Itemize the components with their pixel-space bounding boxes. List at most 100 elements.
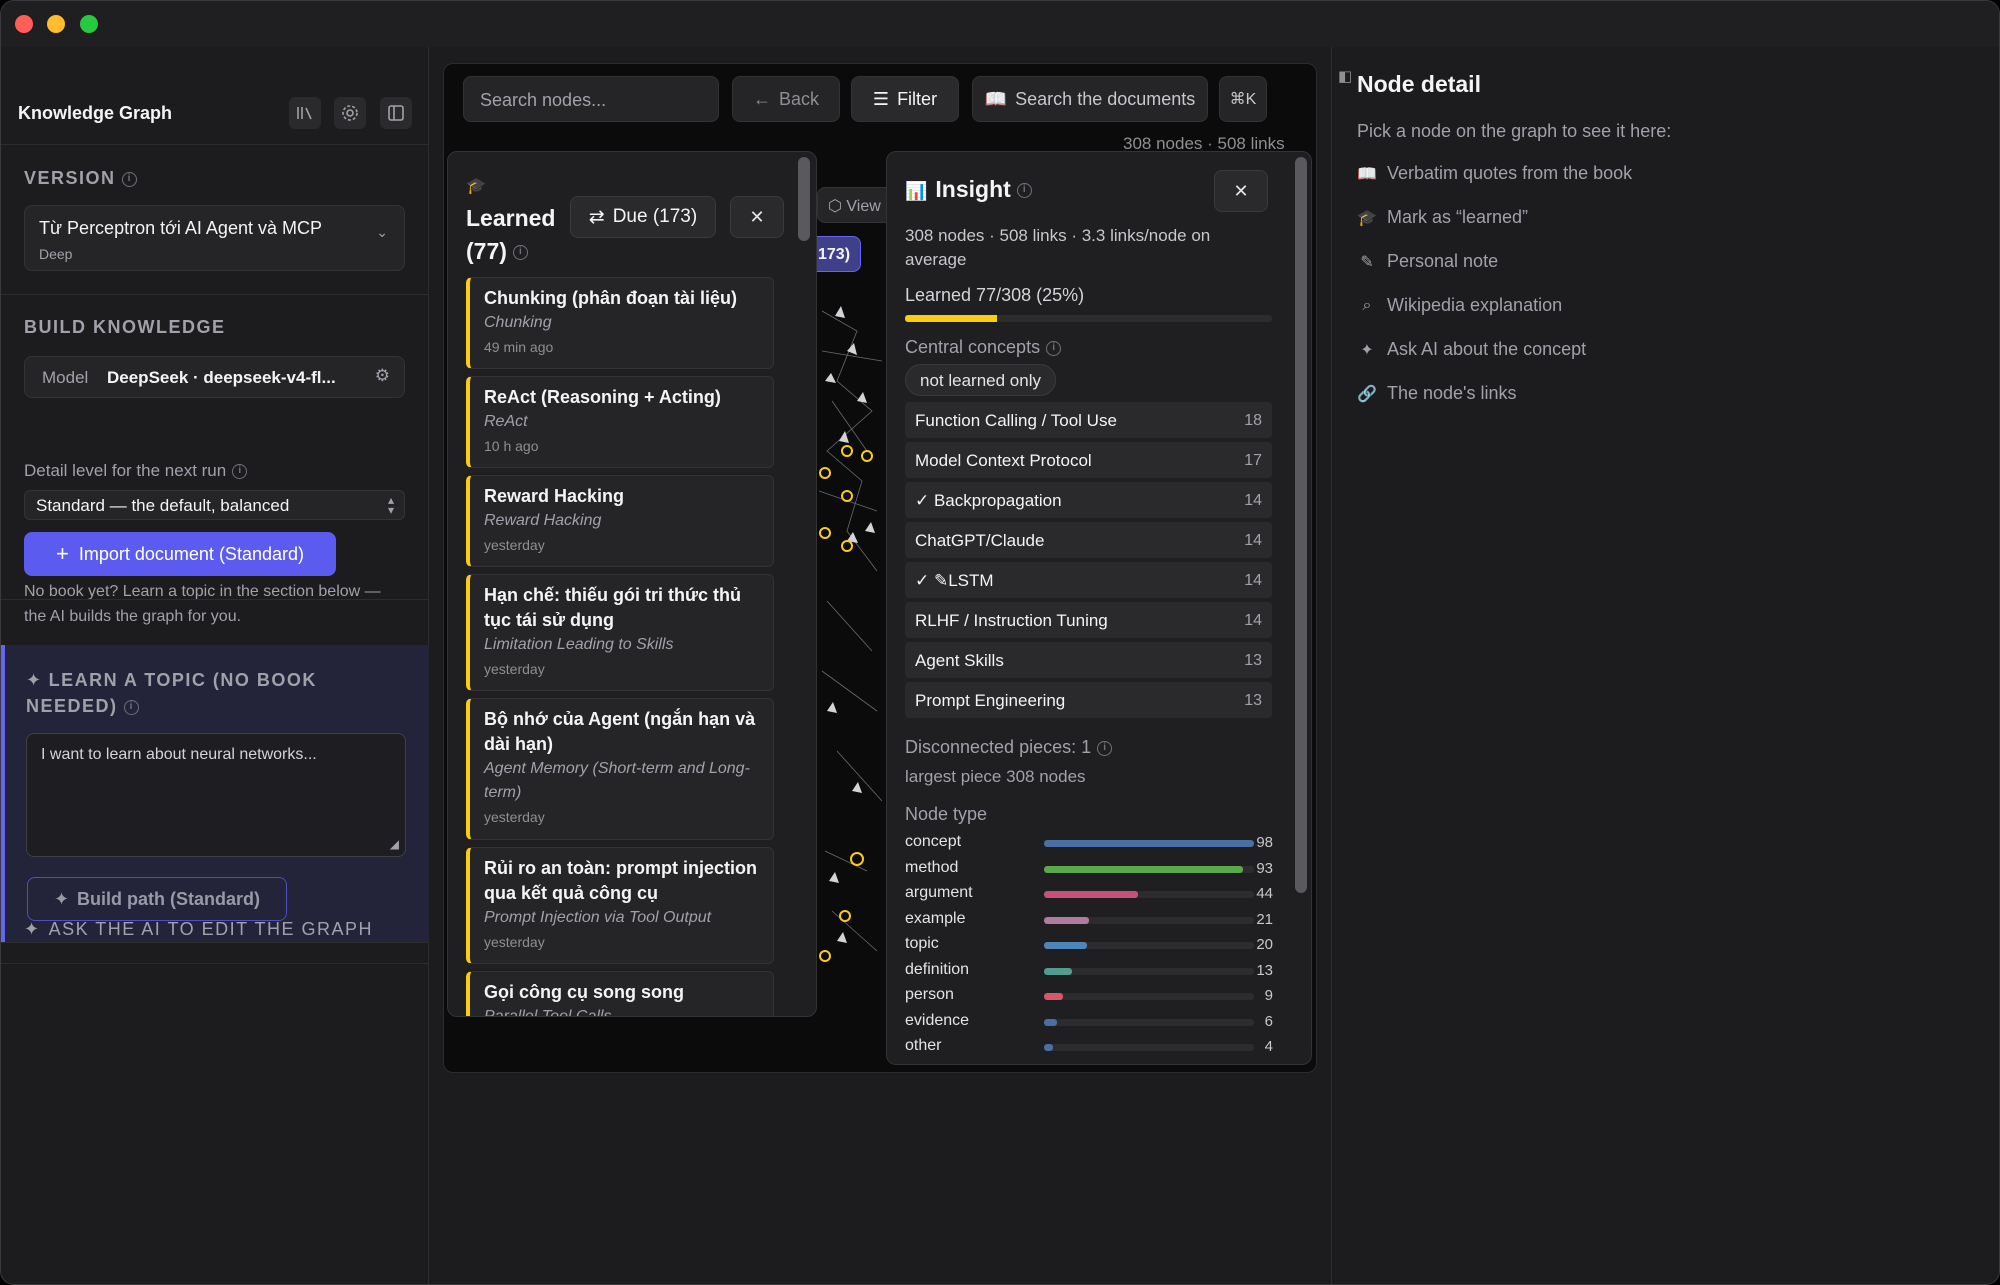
concept-name: Agent Skills	[915, 651, 1004, 670]
insight-title: 📊 Insight i	[905, 176, 1032, 203]
concept-row[interactable]: ✓ Backpropagation 14	[905, 482, 1272, 518]
model-value: DeepSeek · deepseek-v4-fl...	[107, 368, 336, 387]
learned-card[interactable]: Gọi công cụ song song Parallel Tool Call…	[466, 971, 774, 1017]
learned-card[interactable]: Bộ nhớ của Agent (ngắn hạn và dài hạn) A…	[466, 698, 774, 840]
node-type-count: 20	[1256, 936, 1273, 953]
card-title: Gọi công cụ song song	[484, 982, 684, 1002]
card-subtitle: Reward Hacking	[484, 512, 602, 529]
view-label: View	[846, 198, 881, 215]
model-select[interactable]: Model DeepSeek · deepseek-v4-fl... ⚙	[24, 356, 405, 398]
info-icon[interactable]: i	[1016, 183, 1032, 199]
node-type-label: definition	[905, 960, 970, 978]
detail-level-select[interactable]: Standard — the default, balanced ▴ ▾	[24, 490, 405, 520]
view-button[interactable]: ⬡ View	[817, 187, 887, 223]
learned-card[interactable]: ReAct (Reasoning + Acting) ReAct 10 h ag…	[466, 376, 774, 468]
detail-item-label: Wikipedia explanation	[1387, 295, 1563, 315]
scrollbar[interactable]	[1295, 157, 1307, 893]
ask-ai-edit-section[interactable]: ✦ ASK THE AI TO EDIT THE GRAPH	[24, 919, 373, 940]
concept-row[interactable]: ✓ ✎LSTM 14	[905, 562, 1272, 598]
node-type-bar	[1044, 865, 1244, 873]
card-title: Chunking (phân đoạn tài liệu)	[484, 288, 737, 308]
divider	[1, 963, 429, 964]
node-type-row: definition 13	[905, 961, 1275, 981]
build-knowledge-label: BUILD KNOWLEDGE	[24, 317, 226, 337]
largest-piece: largest piece 308 nodes	[905, 767, 1086, 786]
info-icon[interactable]: i	[123, 699, 139, 715]
concept-row[interactable]: Agent Skills 13	[905, 642, 1272, 678]
search-nodes-input[interactable]: Search nodes...	[463, 76, 719, 122]
concept-row[interactable]: Prompt Engineering 13	[905, 682, 1272, 718]
node-type-bar-track	[1044, 967, 1254, 975]
graduation-cap-icon: 🎓	[466, 178, 486, 195]
concept-count: 17	[1244, 452, 1262, 469]
topic-textarea[interactable]: I want to learn about neural networks...…	[26, 733, 406, 857]
concept-count: 18	[1244, 412, 1262, 429]
info-icon[interactable]: i	[1046, 340, 1062, 356]
close-icon[interactable]: ✕	[1214, 170, 1268, 212]
note-edit-icon: ✎	[1360, 253, 1374, 271]
collapse-panel-icon[interactable]: ◧	[1338, 67, 1352, 85]
scrollbar[interactable]	[798, 157, 810, 241]
node-type-label: topic	[905, 935, 939, 952]
node-type-bar-track	[1044, 1018, 1254, 1026]
library-icon[interactable]	[289, 97, 321, 129]
learn-topic-title: ✦ LEARN A TOPIC (NO BOOK NEEDED) i	[26, 667, 346, 719]
node-type-bar	[1044, 993, 1064, 1000]
resize-handle-icon[interactable]: ◢	[390, 837, 399, 851]
gear-icon[interactable]: ⚙	[375, 366, 390, 386]
import-document-button[interactable]: + Import document (Standard)	[24, 532, 336, 576]
learned-card[interactable]: Rủi ro an toàn: prompt injection qua kết…	[466, 847, 774, 964]
concept-count: 14	[1244, 492, 1262, 509]
gear-icon[interactable]	[334, 97, 366, 129]
chevron-down-icon: ⌄	[376, 224, 388, 240]
due-filter-pill[interactable]: 173)	[813, 236, 861, 272]
concept-row[interactable]: RLHF / Instruction Tuning 14	[905, 602, 1272, 638]
sparkle-icon: ✦	[26, 670, 43, 690]
version-name: Từ Perceptron tới AI Agent và MCP	[39, 218, 322, 238]
concept-row[interactable]: Function Calling / Tool Use 18	[905, 402, 1272, 438]
info-icon[interactable]: i	[512, 245, 528, 261]
info-icon[interactable]: i	[121, 171, 137, 187]
node-type-bar	[1044, 840, 1254, 847]
close-icon[interactable]: ✕	[730, 196, 784, 238]
card-subtitle: Agent Memory (Short-term and Long-term)	[484, 760, 750, 801]
learned-card[interactable]: Reward Hacking Reward Hacking yesterday	[466, 475, 774, 567]
version-select[interactable]: Từ Perceptron tới AI Agent và MCP Deep ⌄	[24, 205, 405, 271]
node-detail-hint: Pick a node on the graph to see it here:	[1357, 121, 1672, 141]
concept-row[interactable]: ChatGPT/Claude 14	[905, 522, 1272, 558]
node-type-count: 21	[1256, 910, 1273, 928]
concept-row[interactable]: Model Context Protocol 17	[905, 442, 1272, 478]
search-documents-button[interactable]: 📖 Search the documents	[972, 76, 1208, 122]
book-icon: 📖	[1357, 165, 1377, 183]
detail-level-value: Standard — the default, balanced	[36, 496, 290, 515]
close-window-button[interactable]	[15, 15, 33, 33]
node-type-bar	[1044, 1044, 1053, 1051]
concept-count: 14	[1244, 532, 1262, 549]
concept-count: 14	[1244, 572, 1262, 589]
bar-chart-icon: 📊	[905, 181, 928, 201]
learned-title: Learned (77) i	[466, 202, 576, 268]
maximize-window-button[interactable]	[80, 15, 98, 33]
collapse-sidebar-icon[interactable]	[380, 97, 412, 129]
book-icon: 📖	[984, 88, 1008, 109]
learned-card[interactable]: Chunking (phân đoạn tài liệu) Chunking 4…	[466, 277, 774, 369]
node-type-bar	[1044, 891, 1139, 898]
due-button[interactable]: ⇄ Due (173)	[570, 196, 716, 238]
card-subtitle: Parallel Tool Calls	[484, 1008, 612, 1017]
insight-learned: Learned 77/308 (25%)	[905, 285, 1085, 305]
learned-card[interactable]: Hạn chế: thiếu gói tri thức thủ tục tái …	[466, 574, 774, 691]
node-type-bar-track	[1044, 993, 1254, 1000]
info-icon[interactable]: i	[1097, 740, 1113, 756]
card-time: yesterday	[484, 934, 545, 950]
build-path-button[interactable]: ✦ Build path (Standard)	[27, 877, 287, 921]
info-icon[interactable]: i	[232, 464, 248, 480]
due-label: Due (173)	[612, 206, 698, 227]
shortcut-badge[interactable]: ⌘K	[1219, 76, 1267, 122]
graph-visual[interactable]	[817, 151, 887, 1021]
learned-title-text: Learned (77)	[466, 205, 556, 264]
filter-button[interactable]: ☰ Filter	[851, 76, 959, 122]
detail-item-label: The node's links	[1387, 383, 1517, 403]
minimize-window-button[interactable]	[47, 15, 65, 33]
back-button[interactable]: ← Back	[732, 76, 840, 122]
not-learned-filter[interactable]: not learned only	[905, 364, 1056, 396]
